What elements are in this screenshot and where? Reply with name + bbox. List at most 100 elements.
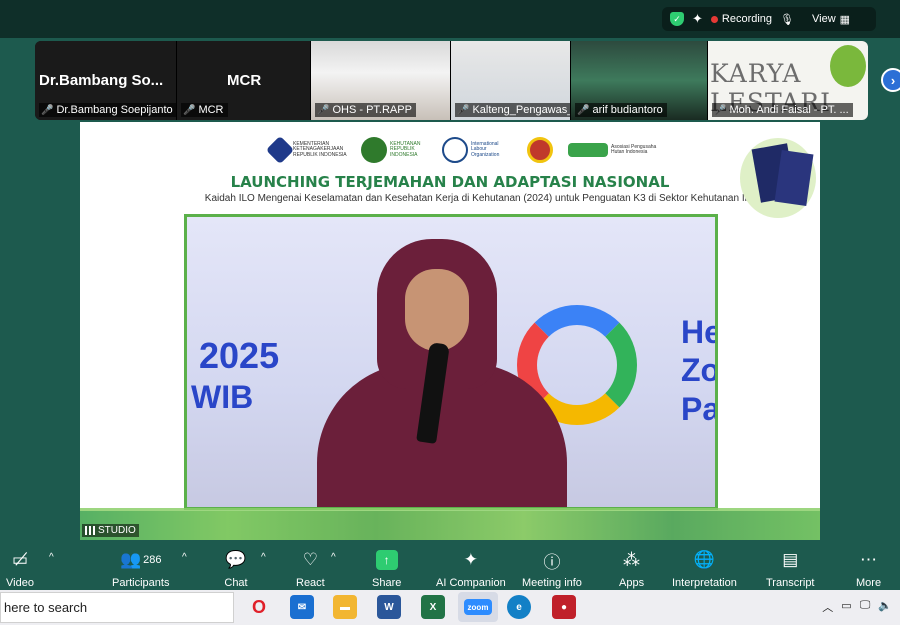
participant-display-name: Dr.Bambang So... [39, 72, 164, 89]
notification-app-icon[interactable]: ● [552, 595, 576, 619]
more-icon: ⋯ [860, 550, 878, 569]
participant-tile[interactable]: MCR 🎤 MCR [177, 41, 311, 120]
word-icon[interactable]: W [377, 595, 401, 619]
speaker-person [317, 239, 567, 507]
react-label: React [296, 577, 325, 589]
meeting-top-bar: ✓ ✦ Recording 🎙 View ▦ [0, 0, 900, 38]
react-button[interactable]: ♡ React [296, 548, 325, 589]
react-options-caret[interactable]: ^ [331, 552, 336, 563]
ai-sparkle-icon[interactable]: ✦ [692, 11, 703, 27]
battery-icon[interactable]: ▭ [841, 599, 851, 615]
info-icon: ⓘ [543, 552, 561, 572]
system-tray: ︿ ▭ 🖵 🔈 [822, 599, 892, 615]
windows-taskbar: here to search O ✉ ▬ W X zoom e ● ︿ ▭ 🖵 … [0, 590, 900, 625]
globe-icon: 🌐 [693, 550, 715, 569]
backdrop-wib-text: WIB [191, 379, 254, 415]
mail-icon[interactable]: ✉ [290, 595, 314, 619]
video-label: Video [6, 577, 34, 589]
video-options-caret[interactable]: ^ [49, 552, 54, 563]
chevron-up-icon[interactable]: ︿ [822, 599, 833, 615]
shield-check-icon[interactable]: ✓ [670, 12, 684, 26]
network-icon[interactable]: 🖵 [860, 599, 871, 615]
volume-icon[interactable]: 🔈 [878, 599, 892, 615]
kehutanan-logo: KEHUTANAN REPUBLIK INDONESIA [361, 137, 430, 163]
microphone-icon[interactable]: 🎙 [780, 13, 794, 26]
participant-name: OHS - PT.RAPP [332, 104, 412, 116]
zoom-icon: zoom [464, 599, 492, 615]
transcript-button[interactable]: ▤ Transcript [766, 548, 815, 589]
chat-options-caret[interactable]: ^ [261, 552, 266, 563]
view-label: View [812, 13, 836, 25]
chat-icon: 💬 [225, 550, 247, 569]
transcript-icon: ▤ [782, 550, 799, 569]
ilo-logo: International Labour Organization [442, 137, 515, 163]
mic-muted-icon: 🎤 [714, 104, 727, 116]
speaker-face [405, 269, 469, 351]
participants-options-caret[interactable]: ^ [182, 552, 187, 563]
shared-screen: KEMENTERIAN KETENAGAKERJAAN REPUBLIK IND… [80, 122, 820, 540]
backdrop-right-text: He Zo Pa [681, 314, 718, 427]
opera-icon[interactable]: O [247, 595, 271, 619]
participant-name: Dr.Bambang Soepijanto [56, 104, 173, 116]
mic-muted-icon: 🎤 [577, 104, 590, 116]
zoom-taskbar-button[interactable]: zoom [458, 592, 498, 622]
ai-companion-label: AI Companion [436, 577, 506, 589]
share-label: Share [372, 577, 402, 589]
participant-tile[interactable]: KARYA LESTARI 🎤 Moh. Andi Faisal - PT. .… [708, 41, 868, 120]
participant-name-tag: 🎤 Kalteng_Pengawas_Tri ... [455, 103, 570, 117]
chat-button[interactable]: 💬 Chat [224, 548, 248, 589]
mic-muted-icon: 🎤 [457, 104, 470, 116]
chevron-right-icon: › [881, 68, 900, 92]
gallery-next-button[interactable]: › [878, 67, 900, 95]
participant-name-tag: 🎤 Dr.Bambang Soepijanto [39, 103, 176, 117]
mic-muted-icon: 🎤 [317, 104, 330, 116]
interpretation-button[interactable]: 🌐 Interpretation [672, 548, 737, 589]
participant-name: arif budiantoro [592, 104, 663, 116]
fern-border-decoration [80, 508, 820, 540]
tree-logo-icon [830, 45, 866, 87]
participant-name: MCR [198, 104, 224, 116]
meeting-info-label: Meeting info [522, 577, 582, 589]
ai-companion-button[interactable]: ✦ AI Companion [436, 548, 506, 589]
participants-button[interactable]: 👥 286 Participants [112, 548, 169, 589]
heart-icon: ♡ [302, 550, 318, 569]
apps-button[interactable]: ⁂ Apps [619, 548, 644, 589]
slide-subtitle: Kaidah ILO Mengenai Keselamatan dan Kese… [204, 193, 786, 204]
studio-name-tag: STUDIO [82, 524, 139, 537]
participant-display-name: MCR [227, 72, 262, 89]
participant-name: Kalteng_Pengawas_Tri ... [472, 104, 570, 116]
signal-bars-icon [85, 526, 95, 535]
participant-gallery-strip: Dr.Bambang So... 🎤 Dr.Bambang Soepijanto… [35, 41, 868, 120]
mic-muted-icon: 🎤 [41, 104, 54, 116]
taskbar-search-input[interactable]: here to search [0, 592, 234, 623]
meeting-info-button[interactable]: ⓘ Meeting info [522, 548, 582, 590]
studio-label: STUDIO [98, 525, 136, 536]
meeting-status-pill: ✓ ✦ Recording 🎙 View ▦ [662, 7, 876, 31]
participant-tile[interactable]: 🎤 arif budiantoro [571, 41, 708, 120]
participant-tile[interactable]: Dr.Bambang So... 🎤 Dr.Bambang Soepijanto [35, 41, 177, 120]
excel-icon[interactable]: X [421, 595, 445, 619]
apps-label: Apps [619, 577, 645, 589]
apps-icon: ⁂ [623, 550, 641, 569]
share-arrow-icon: ↑ [375, 550, 398, 570]
share-icon-wrap: ↑ [375, 548, 399, 572]
mic-muted-icon: 🎤 [183, 104, 196, 116]
edge-icon[interactable]: e [507, 595, 531, 619]
share-button[interactable]: ↑ Share [372, 548, 401, 589]
file-explorer-icon[interactable]: ▬ [333, 595, 357, 619]
slide-headline: LAUNCHING TERJEMAHAN DAN ADAPTASI NASION… [230, 173, 670, 191]
participant-name-tag: 🎤 OHS - PT.RAPP [315, 103, 416, 117]
participants-label: Participants [112, 577, 170, 589]
ai-sparkle-icon: ✦ [463, 550, 478, 569]
view-button[interactable]: View ▦ [812, 13, 850, 26]
participant-tile[interactable]: 🎤 OHS - PT.RAPP [311, 41, 451, 120]
more-button[interactable]: ⋯ More [856, 548, 881, 589]
recording-indicator[interactable]: Recording [710, 13, 773, 25]
chat-label: Chat [224, 577, 248, 589]
video-off-icon: ▭̸ [11, 550, 28, 569]
video-button[interactable]: ▭̸ Video [6, 548, 34, 589]
participant-tile[interactable]: 🎤 Kalteng_Pengawas_Tri ... [451, 41, 571, 120]
participant-name-tag: 🎤 MCR [181, 103, 228, 117]
recording-label: Recording [721, 13, 773, 25]
speaker-video: 2025 WIB He Zo Pa [184, 214, 718, 510]
